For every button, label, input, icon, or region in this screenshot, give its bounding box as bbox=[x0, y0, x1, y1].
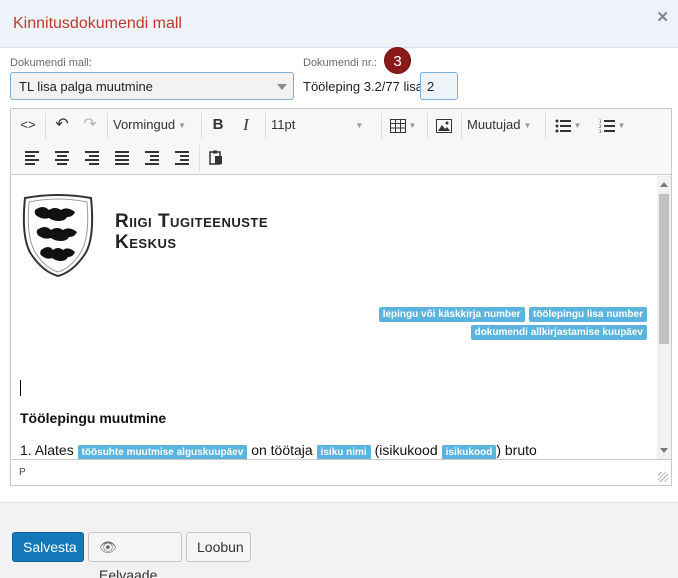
chevron-down-icon: ▼ bbox=[617, 120, 626, 130]
save-button[interactable]: Salvesta bbox=[12, 532, 84, 562]
dialog-footer: Salvesta 👁 Eelvaade Loobun bbox=[0, 502, 678, 578]
doc-number-label: Dokumendi nr.: bbox=[303, 57, 377, 69]
image-icon[interactable] bbox=[431, 113, 457, 137]
format-dropdown[interactable]: Vormingud ▼ bbox=[113, 113, 199, 137]
chevron-down-icon bbox=[277, 84, 287, 90]
variable-tag-person-name[interactable]: isiku nimi bbox=[316, 445, 371, 459]
step-badge: 3 bbox=[384, 47, 411, 74]
eye-icon: 👁 bbox=[99, 539, 117, 555]
doc-number-prefix: Tööleping 3.2/77 lisa bbox=[303, 79, 423, 94]
toolbar-separator bbox=[199, 145, 200, 171]
chevron-down-icon: ▼ bbox=[355, 120, 364, 130]
variables-dropdown[interactable]: Muutujad ▼ bbox=[467, 113, 543, 137]
scroll-up-icon[interactable] bbox=[660, 182, 668, 187]
indent-icon[interactable] bbox=[169, 145, 195, 169]
chevron-down-icon: ▼ bbox=[573, 120, 582, 130]
preview-button-label: Eelvaade bbox=[99, 567, 158, 578]
variable-tag-change-date[interactable]: töösuhte muutmise alguskuupäev bbox=[77, 445, 248, 459]
resize-handle[interactable] bbox=[658, 472, 668, 482]
bold-button[interactable]: B bbox=[205, 113, 231, 137]
outdent-icon[interactable] bbox=[139, 145, 165, 169]
rich-text-editor: <> ↶ ↷ Vormingud ▼ B I 11pt ▼ ▼ Muutujad ▼ … bbox=[10, 108, 672, 486]
paste-text-icon[interactable] bbox=[203, 145, 229, 169]
svg-text:3: 3 bbox=[599, 129, 602, 133]
editor-statusbar: P bbox=[11, 459, 671, 485]
variables-label: Muutujad bbox=[467, 117, 521, 132]
toolbar-separator bbox=[461, 113, 462, 139]
italic-button[interactable]: I bbox=[233, 113, 259, 137]
editor-content[interactable]: Riigi Tugiteenuste Keskus lepingu või kä… bbox=[11, 176, 657, 459]
template-select[interactable]: TL lisa palga muutmine bbox=[10, 72, 294, 100]
table-icon[interactable]: ▼ bbox=[385, 113, 421, 137]
toolbar-separator bbox=[45, 113, 46, 139]
toolbar-separator bbox=[201, 113, 202, 139]
document-heading: Töölepingu muutmine bbox=[20, 410, 167, 426]
text-cursor bbox=[20, 380, 21, 396]
para-end: ) bruto bbox=[496, 442, 537, 458]
toolbar-separator bbox=[545, 113, 546, 139]
cancel-button[interactable]: Loobun bbox=[186, 532, 251, 562]
undo-icon[interactable]: ↶ bbox=[49, 113, 75, 137]
format-dropdown-label: Vormingud bbox=[113, 117, 176, 132]
toolbar-separator bbox=[381, 113, 382, 139]
scroll-thumb[interactable] bbox=[659, 194, 669, 344]
dialog-header: Kinnitusdokumendi mall ✕ bbox=[0, 0, 678, 48]
align-justify-icon[interactable] bbox=[109, 145, 135, 169]
element-path[interactable]: P bbox=[19, 467, 26, 478]
align-center-icon[interactable] bbox=[49, 145, 75, 169]
redo-icon[interactable]: ↷ bbox=[77, 113, 103, 137]
dialog-title: Kinnitusdokumendi mall bbox=[13, 15, 182, 32]
toolbar-separator bbox=[427, 113, 428, 139]
editor-toolbar: <> ↶ ↷ Vormingud ▼ B I 11pt ▼ ▼ Muutujad ▼ … bbox=[11, 109, 671, 175]
coat-of-arms-logo bbox=[19, 192, 97, 283]
org-line-1: Riigi Tugiteenuste bbox=[115, 211, 269, 232]
align-left-icon[interactable] bbox=[19, 145, 45, 169]
para-prefix: 1. Alates bbox=[20, 442, 74, 458]
variable-tag-contract-number[interactable]: lepingu või käskkirja number bbox=[378, 307, 525, 322]
preview-button[interactable]: 👁 Eelvaade bbox=[88, 532, 182, 578]
font-size-label: 11pt bbox=[271, 117, 296, 132]
chevron-down-icon: ▼ bbox=[408, 120, 417, 130]
variable-tag-sign-date[interactable]: dokumendi allkirjastamise kuupäev bbox=[470, 325, 647, 340]
align-right-icon[interactable] bbox=[79, 145, 105, 169]
tag-row-2: dokumendi allkirjastamise kuupäev bbox=[470, 322, 647, 340]
chevron-down-icon: ▼ bbox=[523, 120, 532, 130]
document-paragraph: 1. Alates töösuhte muutmise alguskuupäev… bbox=[20, 442, 537, 459]
template-select-value: TL lisa palga muutmine bbox=[19, 79, 153, 94]
template-label: Dokumendi mall: bbox=[10, 57, 92, 69]
para-mid2: (isikukood bbox=[374, 442, 438, 458]
toolbar-separator bbox=[265, 113, 266, 139]
toolbar-separator bbox=[107, 113, 108, 139]
doc-number-input[interactable]: 2 bbox=[420, 72, 458, 100]
scroll-down-icon[interactable] bbox=[660, 448, 668, 453]
source-code-icon[interactable]: <> bbox=[15, 113, 41, 137]
variable-tag-appendix-number[interactable]: töölepingu lisa number bbox=[528, 307, 647, 322]
close-icon[interactable]: ✕ bbox=[656, 8, 669, 26]
variable-tag-id-code[interactable]: isikukood bbox=[441, 445, 497, 459]
para-mid: on töötaja bbox=[251, 442, 313, 458]
tag-row-1: lepingu või käskkirja number töölepingu … bbox=[378, 304, 647, 322]
font-size-dropdown[interactable]: 11pt ▼ bbox=[271, 113, 379, 137]
editor-scrollbar[interactable] bbox=[657, 176, 671, 459]
org-line-2: Keskus bbox=[115, 232, 177, 253]
bullet-list-icon[interactable]: ▼ bbox=[549, 113, 587, 137]
chevron-down-icon: ▼ bbox=[178, 120, 187, 130]
organization-name: Riigi Tugiteenuste Keskus bbox=[115, 211, 268, 253]
numbered-list-icon[interactable]: 1 2 3 ▼ bbox=[593, 113, 631, 137]
